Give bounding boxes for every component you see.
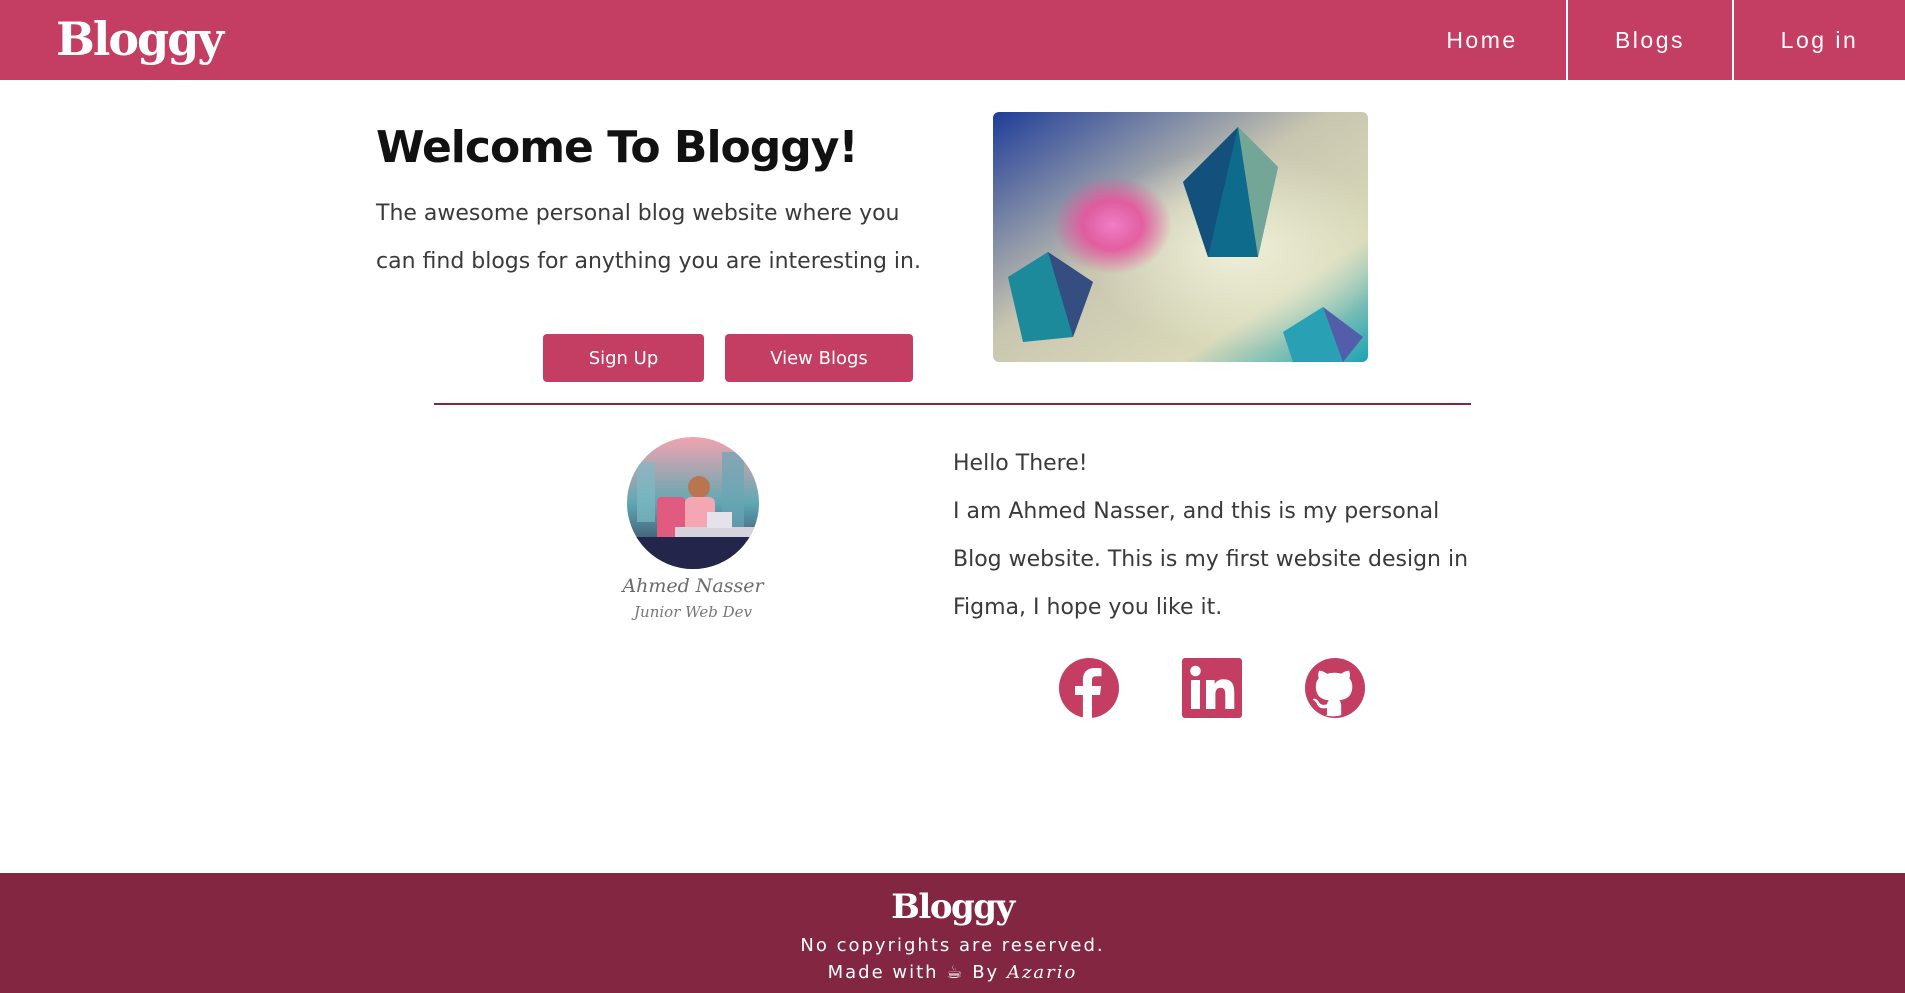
profile-role: Junior Web Dev xyxy=(634,603,752,621)
linkedin-icon[interactable] xyxy=(1181,657,1243,719)
github-icon[interactable] xyxy=(1304,657,1366,719)
nav-login-link[interactable]: Log in xyxy=(1732,0,1905,80)
hero-description: The awesome personal blog website where … xyxy=(376,201,921,274)
footer-copyright: No copyrights are reserved. xyxy=(800,935,1105,956)
view-blogs-button[interactable]: View Blogs xyxy=(725,334,913,382)
main-nav: Home Blogs Log in xyxy=(1398,0,1905,80)
profile-avatar xyxy=(627,437,759,569)
nav-blogs-link[interactable]: Blogs xyxy=(1566,0,1732,80)
site-footer: Bloggy No copyrights are reserved. Made … xyxy=(0,873,1905,993)
hero-title: Welcome To Bloggy! xyxy=(376,122,859,173)
sign-up-button[interactable]: Sign Up xyxy=(543,334,704,382)
about-section: Hello There! I am Ahmed Nasser, and this… xyxy=(953,440,1473,632)
nav-home-link[interactable]: Home xyxy=(1398,0,1566,80)
section-divider xyxy=(434,403,1471,405)
footer-logo: Bloggy xyxy=(891,887,1015,927)
about-greeting: Hello There! xyxy=(953,451,1088,476)
site-header: Bloggy Home Blogs Log in xyxy=(0,0,1905,80)
site-logo[interactable]: Bloggy xyxy=(56,12,224,66)
facebook-icon[interactable] xyxy=(1058,657,1120,719)
about-text: I am Ahmed Nasser, and this is my person… xyxy=(953,499,1469,620)
made-with-text: Made with xyxy=(827,962,939,983)
hero-image xyxy=(993,112,1368,362)
footer-credit: Made with ☕ By Azario xyxy=(0,962,1905,983)
profile-name: Ahmed Nasser xyxy=(622,575,764,597)
author-name: Azario xyxy=(1006,962,1078,983)
coffee-icon: ☕ xyxy=(946,962,965,983)
by-text: By xyxy=(972,962,1000,983)
